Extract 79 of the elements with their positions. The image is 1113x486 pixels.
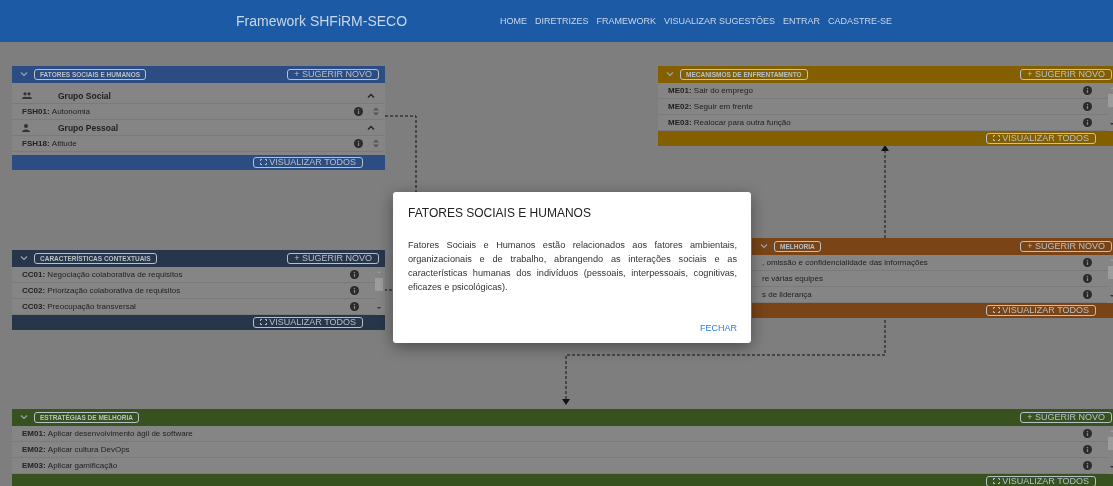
item-text: EM02: Aplicar cultura DevOps	[22, 445, 131, 454]
info-icon[interactable]	[1083, 274, 1092, 283]
view-all-button[interactable]: VISUALIZAR TODOS	[253, 157, 363, 168]
info-icon[interactable]	[1083, 258, 1092, 267]
list-item[interactable]: EM03: Aplicar gamificação	[12, 458, 1108, 474]
item-text: ME02: Seguir em frente	[668, 102, 754, 111]
dialog-title: FATORES SOCIAIS E HUMANOS	[408, 206, 592, 220]
app-title: Framework SHFiRM-SECO	[236, 13, 409, 29]
list-item[interactable]: CC02: Priorização colaborativa de requisitos	[12, 283, 375, 299]
expand-icon	[260, 319, 268, 325]
info-icon[interactable]	[1083, 461, 1092, 470]
person-icon	[22, 123, 30, 132]
group-name: Grupo Pessoal	[58, 122, 119, 133]
chevron-down-icon[interactable]	[20, 72, 28, 77]
view-all-button[interactable]: VISUALIZAR TODOS	[253, 317, 363, 328]
chevron-up-icon[interactable]	[367, 125, 375, 130]
suggest-button[interactable]: + SUGERIR NOVO	[287, 253, 379, 264]
nav-link[interactable]: CADASTRE-SE	[828, 16, 893, 26]
list-item[interactable]: CC03: Preocupação transversal	[12, 299, 375, 315]
chevron-up-icon[interactable]	[367, 93, 375, 98]
list-item[interactable]: re várias equipes	[752, 271, 1108, 287]
nav-link[interactable]: VISUALIZAR SUGESTÕES	[664, 16, 776, 26]
list-item[interactable]: EM02: Aplicar cultura DevOps	[12, 442, 1108, 458]
info-icon[interactable]	[350, 302, 359, 311]
expand-icon	[260, 159, 268, 165]
expand-icon	[993, 478, 1001, 484]
info-icon[interactable]	[1083, 102, 1092, 111]
list-item[interactable]: , omissão e confidencialidade das informações	[752, 255, 1108, 271]
item-text: CC02: Priorização colaborativa de requisitos	[22, 286, 182, 295]
suggest-button[interactable]: + SUGERIR NOVO	[287, 69, 379, 80]
info-icon[interactable]	[1083, 290, 1092, 299]
chevron-down-icon[interactable]	[20, 415, 28, 420]
info-icon[interactable]	[1083, 429, 1092, 438]
info-icon[interactable]	[1083, 86, 1092, 95]
expand-icon	[993, 307, 1001, 313]
item-text: s de liderança	[762, 290, 813, 299]
list-item[interactable]: FSH18: Atitude	[12, 136, 385, 152]
suggest-button[interactable]: + SUGERIR NOVO	[1020, 69, 1112, 80]
item-text: CC01: Negociação colaborativa de requisitos	[22, 270, 184, 279]
view-all-button[interactable]: VISUALIZAR TODOS	[986, 476, 1096, 486]
item-text: CC03: Preocupação transversal	[22, 302, 137, 311]
item-text: EM03: Aplicar gamificação	[22, 461, 119, 470]
info-icon[interactable]	[354, 139, 363, 148]
nav-link[interactable]: FRAMEWORK	[596, 16, 656, 26]
close-button[interactable]: FECHAR	[700, 323, 737, 333]
group-header[interactable]: Grupo Social	[12, 88, 385, 104]
list-item[interactable]: s de liderança	[752, 287, 1108, 303]
info-icon[interactable]	[354, 107, 363, 116]
item-text: FSH18: Atitude	[22, 139, 78, 148]
chevron-down-icon[interactable]	[20, 256, 28, 261]
list-item[interactable]: CC01: Negociação colaborativa de requisitos	[12, 267, 375, 283]
item-text: re várias equipes	[762, 274, 824, 283]
nav-link[interactable]: DIRETRIZES	[535, 16, 589, 26]
info-icon[interactable]	[1083, 118, 1092, 127]
view-all-button[interactable]: VISUALIZAR TODOS	[986, 133, 1096, 144]
nav-link[interactable]: ENTRAR	[783, 16, 821, 26]
nav-link[interactable]: HOME	[500, 16, 527, 26]
item-text: ME01: Sair do emprego	[668, 86, 754, 95]
item-text: FSH01: Autonomia	[22, 107, 92, 116]
suggest-button[interactable]: + SUGERIR NOVO	[1020, 412, 1112, 423]
group-name: Grupo Social	[58, 90, 112, 101]
info-icon[interactable]	[1083, 445, 1092, 454]
list-item[interactable]: EM01: Aplicar desenvolvimento ágil de software	[12, 426, 1108, 442]
item-text: EM01: Aplicar desenvolvimento ágil de software	[22, 429, 194, 438]
list-item[interactable]: ME03: Realocar para outra função	[658, 115, 1108, 131]
suggest-button[interactable]: + SUGERIR NOVO	[1020, 241, 1112, 252]
item-text: ME03: Realocar para outra função	[668, 118, 792, 127]
people-icon	[22, 92, 32, 99]
expand-icon	[993, 135, 1001, 141]
view-all-button[interactable]: VISUALIZAR TODOS	[986, 305, 1096, 316]
info-icon[interactable]	[350, 270, 359, 279]
group-header[interactable]: Grupo Pessoal	[12, 120, 385, 136]
item-text: , omissão e confidencialidade das informações	[762, 258, 929, 267]
list-item[interactable]: FSH01: Autonomia	[12, 104, 385, 120]
list-item[interactable]: ME01: Sair do emprego	[658, 83, 1108, 99]
dialog-text: Fatores Sociais e Humanos estão relacionados aos fatores ambientais, organizacionais e de trabalho, abrangendo as interações sociais e as características humanas dos indivíduos (pessoais, interpessoais, cognitivas, eficazes e psicológicas).	[408, 239, 737, 294]
chevron-down-icon[interactable]	[760, 244, 768, 249]
list-item[interactable]: ME02: Seguir em frente	[658, 99, 1108, 115]
info-icon[interactable]	[350, 286, 359, 295]
